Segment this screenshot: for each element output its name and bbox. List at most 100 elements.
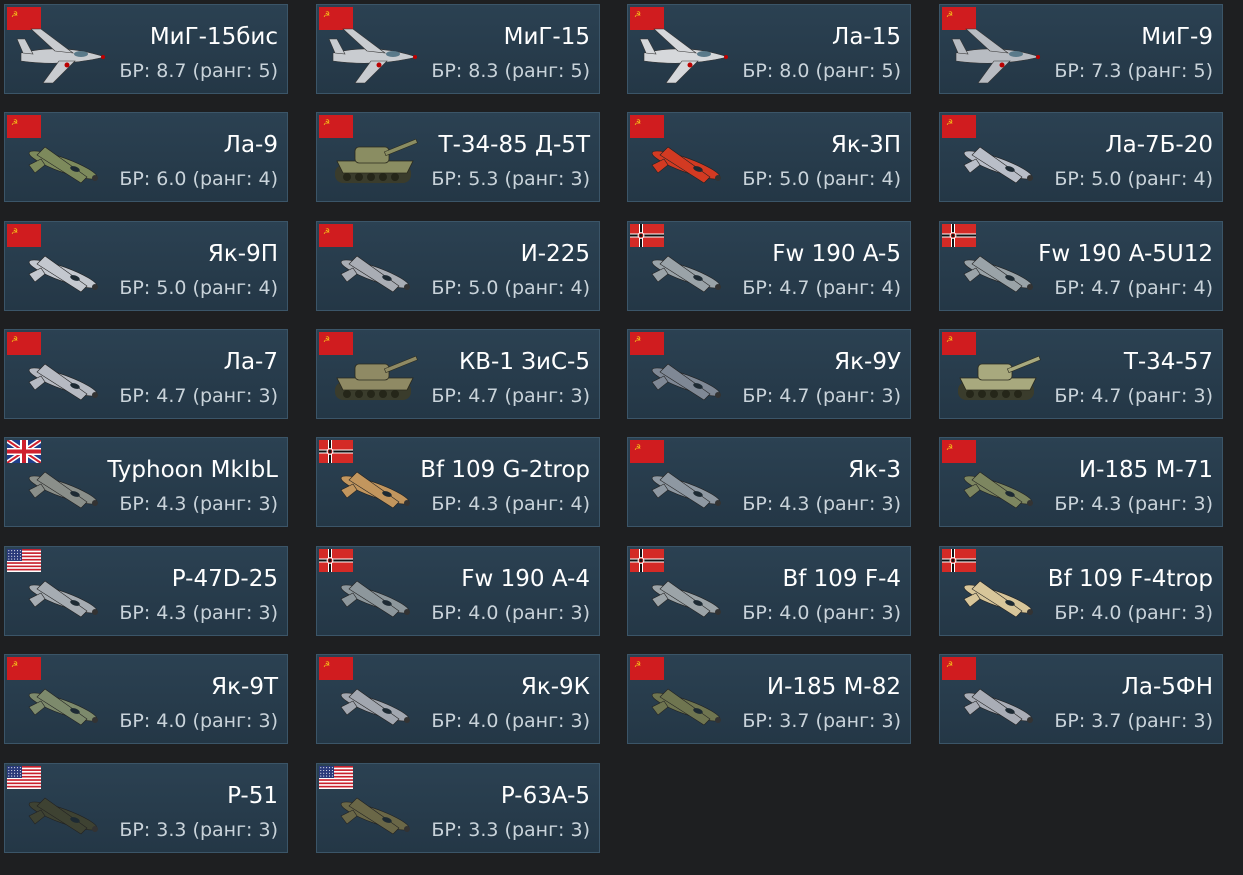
vehicle-card[interactable]: ☭ Як-9П БР: 5.0 (ранг: 4) <box>4 221 288 311</box>
plane-icon <box>950 671 1046 739</box>
vehicle-name: Ла-7Б-20 <box>1105 132 1213 158</box>
plane-icon <box>327 454 423 522</box>
plane-icon <box>15 563 111 631</box>
vehicle-card[interactable]: Fw 190 A-5U12 БР: 4.7 (ранг: 4) <box>939 221 1223 311</box>
tank-icon <box>950 346 1046 414</box>
vehicle-name: Як-9У <box>834 349 901 375</box>
battle-rating: БР: 4.3 (ранг: 3) <box>1054 493 1213 515</box>
svg-text:☭: ☭ <box>11 660 18 669</box>
vehicle-name: Fw 190 A-4 <box>461 566 590 592</box>
battle-rating: БР: 4.3 (ранг: 4) <box>431 493 590 515</box>
svg-text:☭: ☭ <box>323 10 330 19</box>
vehicle-card[interactable]: P-47D-25 БР: 4.3 (ранг: 3) <box>4 546 288 636</box>
vehicle-name: Bf 109 F-4trop <box>1047 566 1213 592</box>
battle-rating: БР: 3.7 (ранг: 3) <box>1054 710 1213 732</box>
svg-text:☭: ☭ <box>634 10 641 19</box>
vehicle-card[interactable]: ☭ Ла-5ФН БР: 3.7 (ранг: 3) <box>939 654 1223 744</box>
plane-icon <box>327 563 423 631</box>
vehicle-name: МиГ-15 <box>503 24 590 50</box>
svg-text:☭: ☭ <box>323 227 330 236</box>
vehicle-card[interactable]: ☭ МиГ-9 БР: 7.3 (ранг: 5) <box>939 4 1223 94</box>
plane-icon <box>15 671 111 739</box>
battle-rating: БР: 5.0 (ранг: 4) <box>742 168 901 190</box>
vehicle-name: Т-34-85 Д-5Т <box>438 132 590 158</box>
vehicle-card[interactable]: ☭ Як-9К БР: 4.0 (ранг: 3) <box>316 654 600 744</box>
vehicle-card[interactable]: ☭ Ла-7Б-20 БР: 5.0 (ранг: 4) <box>939 112 1223 202</box>
svg-text:☭: ☭ <box>634 660 641 669</box>
vehicle-name: Т-34-57 <box>1123 349 1213 375</box>
battle-rating: БР: 4.7 (ранг: 4) <box>742 277 901 299</box>
vehicle-card[interactable]: ☭ Ла-9 БР: 6.0 (ранг: 4) <box>4 112 288 202</box>
battle-rating: БР: 4.7 (ранг: 3) <box>742 385 901 407</box>
svg-text:☭: ☭ <box>946 335 953 344</box>
vehicle-card[interactable]: ☭ Ла-7 БР: 4.7 (ранг: 3) <box>4 329 288 419</box>
battle-rating: БР: 3.3 (ранг: 3) <box>119 819 278 841</box>
svg-text:☭: ☭ <box>323 660 330 669</box>
svg-text:☭: ☭ <box>11 10 18 19</box>
battle-rating: БР: 4.0 (ранг: 3) <box>119 710 278 732</box>
vehicle-name: И-225 <box>520 241 590 267</box>
battle-rating: БР: 4.7 (ранг: 4) <box>1054 277 1213 299</box>
jet-icon <box>15 21 111 89</box>
vehicle-card[interactable]: Bf 109 F-4trop БР: 4.0 (ранг: 3) <box>939 546 1223 636</box>
plane-icon <box>638 129 734 197</box>
vehicle-name: Fw 190 A-5U12 <box>1038 241 1213 267</box>
battle-rating: БР: 4.0 (ранг: 3) <box>742 602 901 624</box>
vehicle-card[interactable]: ☭ МиГ-15бис БР: 8.7 (ранг: 5) <box>4 4 288 94</box>
vehicle-card[interactable]: P-63A-5 БР: 3.3 (ранг: 3) <box>316 763 600 853</box>
vehicle-card[interactable]: ☭ МиГ-15 БР: 8.3 (ранг: 5) <box>316 4 600 94</box>
vehicle-name: МиГ-9 <box>1141 24 1213 50</box>
vehicle-name: Як-3 <box>848 457 901 483</box>
battle-rating: БР: 6.0 (ранг: 4) <box>119 168 278 190</box>
plane-icon <box>327 780 423 848</box>
plane-icon <box>950 129 1046 197</box>
vehicle-card[interactable]: P-51 БР: 3.3 (ранг: 3) <box>4 763 288 853</box>
plane-icon <box>327 671 423 739</box>
vehicle-name: Typhoon MkIbL <box>107 457 278 483</box>
battle-rating: БР: 4.7 (ранг: 3) <box>431 385 590 407</box>
vehicle-name: Ла-7 <box>223 349 278 375</box>
svg-text:☭: ☭ <box>946 660 953 669</box>
vehicle-card[interactable]: ☭ Т-34-57 БР: 4.7 (ранг: 3) <box>939 329 1223 419</box>
vehicle-card[interactable]: Bf 109 F-4 БР: 4.0 (ранг: 3) <box>627 546 911 636</box>
plane-icon <box>638 238 734 306</box>
vehicle-card[interactable]: Typhoon MkIbL БР: 4.3 (ранг: 3) <box>4 437 288 527</box>
vehicle-card[interactable]: Bf 109 G-2trop БР: 4.3 (ранг: 4) <box>316 437 600 527</box>
vehicle-card[interactable]: ☭ И-185 М-82 БР: 3.7 (ранг: 3) <box>627 654 911 744</box>
svg-text:☭: ☭ <box>11 118 18 127</box>
plane-icon <box>327 238 423 306</box>
vehicle-card[interactable]: Fw 190 A-5 БР: 4.7 (ранг: 4) <box>627 221 911 311</box>
tank-icon <box>327 346 423 414</box>
vehicle-name: Як-3П <box>830 132 901 158</box>
vehicle-name: Bf 109 F-4 <box>782 566 901 592</box>
battle-rating: БР: 4.7 (ранг: 3) <box>119 385 278 407</box>
battle-rating: БР: 4.0 (ранг: 3) <box>1054 602 1213 624</box>
vehicle-card[interactable]: ☭ Як-3 БР: 4.3 (ранг: 3) <box>627 437 911 527</box>
battle-rating: БР: 8.0 (ранг: 5) <box>742 60 901 82</box>
vehicle-card[interactable]: ☭ Як-9Т БР: 4.0 (ранг: 3) <box>4 654 288 744</box>
svg-text:☭: ☭ <box>11 335 18 344</box>
vehicle-card[interactable]: Fw 190 A-4 БР: 4.0 (ранг: 3) <box>316 546 600 636</box>
vehicle-card[interactable]: ☭ И-185 М-71 БР: 4.3 (ранг: 3) <box>939 437 1223 527</box>
vehicle-card[interactable]: ☭ Як-3П БР: 5.0 (ранг: 4) <box>627 112 911 202</box>
vehicle-name: МиГ-15бис <box>149 24 278 50</box>
plane-icon <box>15 129 111 197</box>
vehicle-card[interactable]: ☭ Ла-15 БР: 8.0 (ранг: 5) <box>627 4 911 94</box>
vehicle-card[interactable]: ☭ КВ-1 ЗиС-5 БР: 4.7 (ранг: 3) <box>316 329 600 419</box>
plane-icon <box>950 563 1046 631</box>
vehicle-card[interactable]: ☭ И-225 БР: 5.0 (ранг: 4) <box>316 221 600 311</box>
plane-icon <box>638 346 734 414</box>
plane-icon <box>950 238 1046 306</box>
battle-rating: БР: 7.3 (ранг: 5) <box>1054 60 1213 82</box>
vehicle-name: Як-9П <box>207 241 278 267</box>
battle-rating: БР: 4.0 (ранг: 3) <box>431 602 590 624</box>
battle-rating: БР: 5.0 (ранг: 4) <box>119 277 278 299</box>
svg-text:☭: ☭ <box>323 118 330 127</box>
battle-rating: БР: 4.3 (ранг: 3) <box>742 493 901 515</box>
svg-text:☭: ☭ <box>946 443 953 452</box>
vehicle-name: Як-9Т <box>211 674 278 700</box>
vehicle-card[interactable]: ☭ Т-34-85 Д-5Т БР: 5.3 (ранг: 3) <box>316 112 600 202</box>
battle-rating: БР: 4.3 (ранг: 3) <box>119 602 278 624</box>
vehicle-card[interactable]: ☭ Як-9У БР: 4.7 (ранг: 3) <box>627 329 911 419</box>
battle-rating: БР: 3.3 (ранг: 3) <box>431 819 590 841</box>
